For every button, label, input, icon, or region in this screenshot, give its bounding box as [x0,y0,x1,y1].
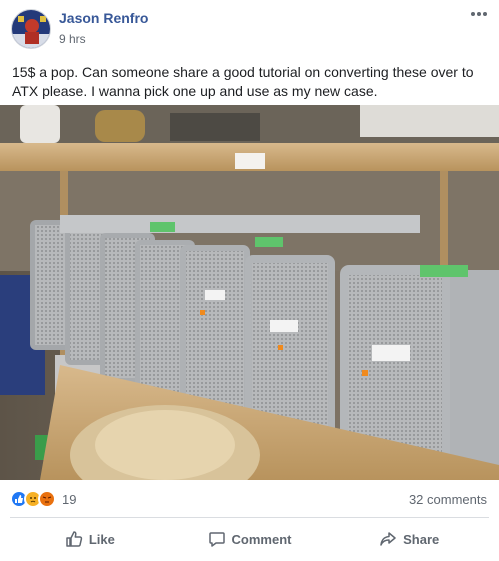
like-button[interactable]: Like [10,521,170,557]
share-label: Share [403,531,440,547]
post-timestamp[interactable]: 9 hrs [59,32,86,46]
post-photo[interactable] [0,105,499,480]
action-bar: Like Comment Share [10,521,489,557]
ellipsis-icon[interactable] [469,6,489,22]
reactions-summary[interactable]: 19 [10,488,76,510]
comment-button[interactable]: Comment [170,521,330,557]
comment-icon [208,532,225,547]
post-header: Jason Renfro 9 hrs [0,0,499,54]
comment-label: Comment [231,531,292,547]
avatar[interactable] [11,9,51,49]
author-name[interactable]: Jason Renfro [59,10,148,26]
share-button[interactable]: Share [329,521,489,557]
avatar-image [12,10,50,48]
divider [10,517,489,518]
post-text: 15$ a pop. Can someone share a good tuto… [12,64,474,99]
like-icon [66,531,83,547]
angry-reaction-icon [38,490,56,508]
comments-count[interactable]: 32 comments [409,492,487,507]
photo-image [0,105,499,480]
reaction-count: 19 [62,491,77,507]
like-label: Like [88,531,115,547]
share-icon [380,532,396,546]
